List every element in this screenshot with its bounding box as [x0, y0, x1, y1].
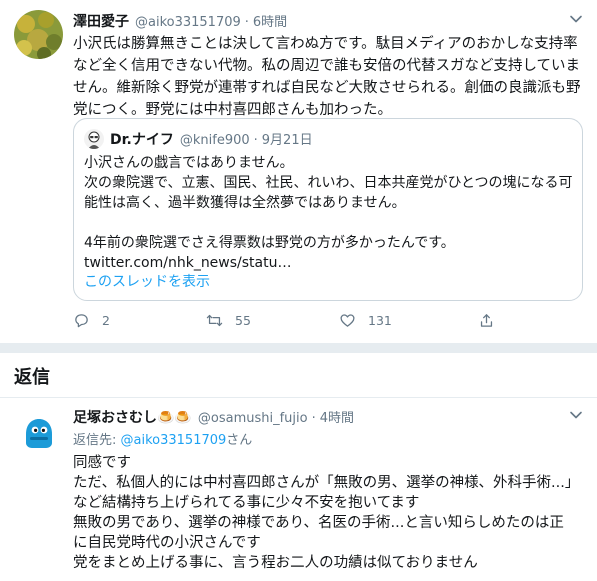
user-handle[interactable]: @aiko33151709 [135, 15, 241, 30]
quoted-tweet[interactable]: Dr.ナイフ @knife900 · 9月21日 小沢さんの戯言ではありません。… [73, 118, 583, 301]
chevron-down-icon[interactable] [569, 408, 583, 422]
heart-icon [340, 314, 355, 327]
quoted-line: 小沢さんの戯言ではありません。 [84, 155, 294, 171]
like-count: 131 [368, 313, 392, 328]
quoted-date: 9月21日 [261, 133, 313, 148]
quoted-line: 4年前の衆院選でさえ得票数は野党の方が多かったんです。 [84, 235, 455, 251]
retweet-count: 55 [235, 313, 251, 328]
separator-dot: · [244, 15, 249, 30]
reply-line: 無敗の男であり、選挙の神様であり、名医の手術...と言い知らしめたのは正に自民党… [73, 515, 564, 551]
quoted-avatar [84, 129, 104, 149]
quoted-line [84, 213, 574, 233]
reply-avatar[interactable] [14, 408, 63, 457]
reply-timestamp[interactable]: 4時間 [320, 407, 354, 426]
reply-handle[interactable]: @osamushi_fujio [198, 411, 308, 426]
share-button[interactable] [478, 312, 495, 329]
reply-line: 同感です [73, 455, 131, 471]
share-icon [480, 314, 493, 327]
separator-dot: · [311, 411, 316, 426]
retweet-button[interactable]: 55 [206, 312, 251, 329]
reply-line: 党をまとめ上げる事に、言う程お二人の功績は似ておりません [73, 555, 478, 571]
reply-icon [75, 314, 88, 328]
chevron-down-icon[interactable] [569, 12, 583, 26]
retweet-icon [206, 314, 223, 327]
reply-count: 2 [102, 313, 110, 328]
tweet-timestamp[interactable]: 6時間 [253, 11, 287, 30]
display-name[interactable]: 澤田愛子 [73, 11, 129, 31]
tweet-actions: 2 55 131 [73, 312, 503, 334]
replies-heading: 返信 [14, 367, 50, 388]
reply-text: 同感です ただ、私個人的には中村喜四郎さんが「無敗の男、選挙の神様、外科手術..… [73, 453, 578, 573]
show-thread-link[interactable]: このスレッドを表示 [84, 271, 210, 291]
main-tweet[interactable]: 澤田愛子 @aiko33151709 · 6時間 小沢氏は勝算無きことは決して言… [0, 0, 597, 345]
tweet-text: 小沢氏は勝算無きことは決して言わぬ方です。駄目メディアのおかしな支持率など全く信… [73, 36, 581, 118]
reply-line: ただ、私個人的には中村喜四郎さんが「無敗の男、選挙の神様、外科手術...」など結… [73, 475, 573, 511]
quoted-text: 小沢さんの戯言ではありません。 次の衆院選で、立憲、国民、社民、れいわ、日本共産… [84, 153, 574, 273]
replying-suffix: さん [226, 433, 253, 448]
quoted-line: 次の衆院選で、立憲、国民、社民、れいわ、日本共産党がひとつの塊になる可能性は高く… [84, 175, 573, 211]
separator-dot: · [253, 133, 258, 148]
like-button[interactable]: 131 [339, 312, 392, 329]
section-divider [0, 343, 597, 353]
avatar[interactable] [14, 10, 63, 59]
replying-mention[interactable]: @aiko33151709 [121, 433, 227, 448]
reply-button[interactable]: 2 [73, 312, 110, 329]
reply-tweet[interactable]: 足塚おさむし🍮🍮 @osamushi_fujio · 4時間 返信先: @aik… [0, 398, 597, 581]
quoted-link-text: twitter.com/nhk_news/statu… [84, 255, 292, 271]
replying-to: 返信先: @aiko33151709さん [73, 429, 252, 448]
reply-display-name[interactable]: 足塚おさむし🍮🍮 [73, 407, 192, 427]
replying-prefix: 返信先: [73, 433, 121, 448]
quoted-display-name: Dr.ナイフ [110, 132, 174, 148]
quoted-handle: @knife900 [179, 133, 250, 148]
